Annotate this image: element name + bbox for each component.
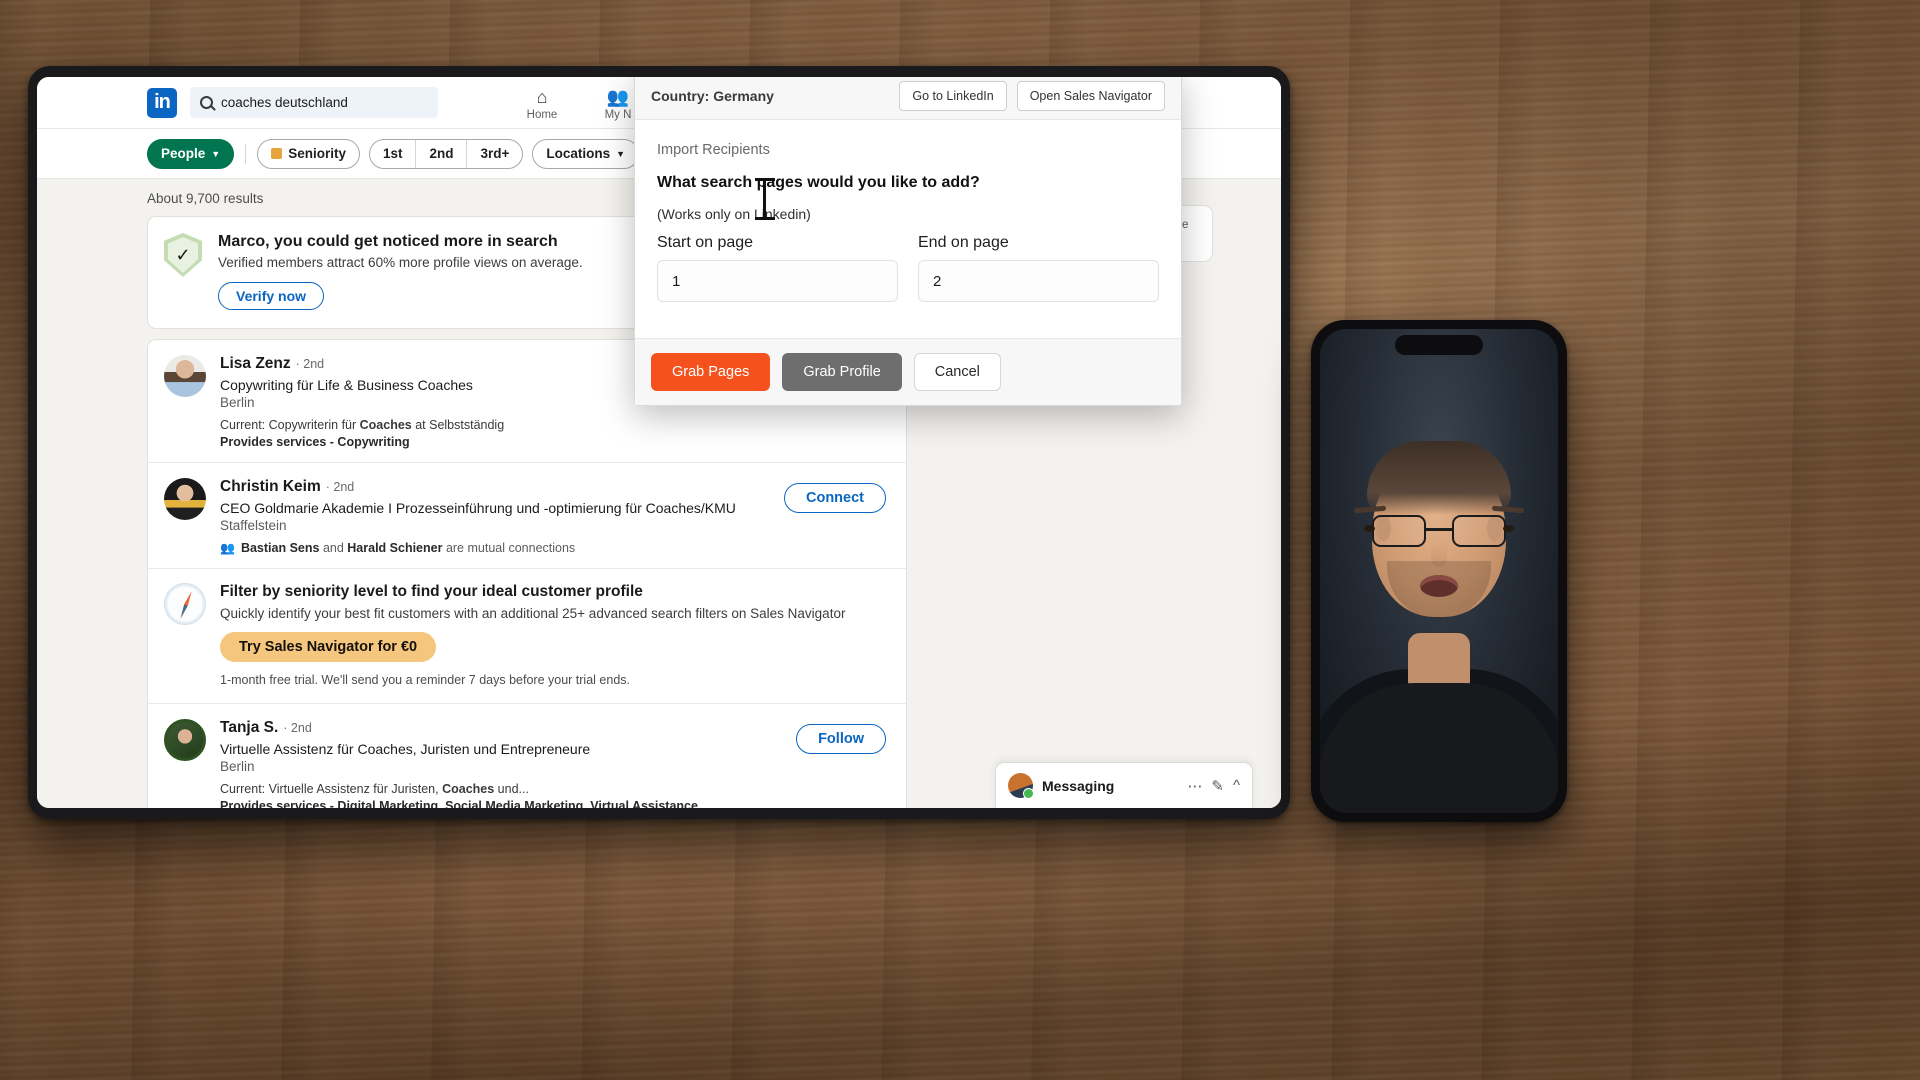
linkedin-search-page: in coaches deutschland ⌂ Home 👥 My N Peo… bbox=[37, 77, 1281, 808]
go-to-linkedin-button[interactable]: Go to LinkedIn bbox=[899, 80, 1007, 111]
verify-promo-subtitle: Verified members attract 60% more profil… bbox=[218, 255, 583, 270]
pencil-icon[interactable]: ✎ bbox=[1211, 777, 1224, 795]
premium-badge-icon bbox=[271, 148, 283, 159]
desk-background: in coaches deutschland ⌂ Home 👥 My N Peo… bbox=[0, 0, 1920, 1080]
result-location: Staffelstein bbox=[220, 518, 287, 533]
result-services: Provides services - Digital Marketing, S… bbox=[220, 799, 698, 808]
end-page-label: End on page bbox=[918, 234, 1009, 251]
connect-button[interactable]: Connect bbox=[784, 483, 886, 513]
nav-item-home[interactable]: ⌂ Home bbox=[504, 85, 580, 121]
result-degree: · 2nd bbox=[283, 721, 312, 735]
nav-item-home-label: Home bbox=[526, 108, 558, 121]
compass-icon bbox=[164, 583, 206, 625]
verify-now-button[interactable]: Verify now bbox=[218, 282, 325, 310]
search-input-value: coaches deutschland bbox=[221, 95, 348, 110]
start-page-input[interactable]: 1 bbox=[657, 260, 898, 302]
avatar[interactable] bbox=[164, 355, 206, 397]
start-page-field: Start on page 1 bbox=[657, 234, 898, 302]
sn-promo-title: Filter by seniority level to find your i… bbox=[220, 583, 643, 600]
start-page-label: Start on page bbox=[657, 234, 754, 251]
phone-screen bbox=[1320, 329, 1558, 813]
end-page-input[interactable]: 2 bbox=[918, 260, 1159, 302]
result-name: Tanja S. · 2nd bbox=[220, 719, 698, 737]
messaging-label: Messaging bbox=[1042, 777, 1115, 794]
presenter-video bbox=[1320, 329, 1558, 813]
chevron-down-icon: ▼ bbox=[211, 148, 221, 159]
avatar bbox=[1008, 773, 1034, 799]
tablet-screen: in coaches deutschland ⌂ Home 👥 My N Peo… bbox=[37, 77, 1281, 808]
result-headline: Virtuelle Assistenz für Coaches, Juriste… bbox=[220, 741, 591, 757]
chevron-down-icon: ▼ bbox=[616, 148, 626, 159]
result-current: Current: Copywriterin für Coaches at Sel… bbox=[220, 418, 505, 432]
home-icon: ⌂ bbox=[536, 86, 548, 107]
modal-question: What search pages would you like to add? bbox=[657, 174, 980, 191]
tablet-device: in coaches deutschland ⌂ Home 👥 My N Peo… bbox=[28, 66, 1290, 819]
filter-degree-2nd[interactable]: 2nd bbox=[416, 139, 468, 168]
filter-people[interactable]: People ▼ bbox=[147, 138, 235, 169]
modal-footer: Grab Pages Grab Profile Cancel bbox=[635, 338, 1181, 405]
sn-promo-subtitle: Quickly identify your best fit customers… bbox=[220, 606, 846, 621]
modal-header-buttons: Go to LinkedIn Open Sales Navigator bbox=[899, 80, 1165, 111]
result-degree: · 2nd bbox=[295, 357, 325, 371]
result-headline: CEO Goldmarie Akademie I Prozesseinführu… bbox=[220, 500, 736, 516]
cancel-button[interactable]: Cancel bbox=[913, 353, 1001, 391]
sn-promo-fine-print: 1-month free trial. We'll send you a rem… bbox=[220, 673, 630, 687]
phone-device bbox=[1311, 320, 1567, 822]
sales-navigator-promo: Filter by seniority level to find your i… bbox=[148, 568, 906, 703]
modal-kicker: Import Recipients bbox=[657, 142, 770, 158]
avatar[interactable] bbox=[164, 478, 206, 520]
filter-people-label: People bbox=[161, 146, 206, 161]
avatar[interactable] bbox=[164, 719, 206, 761]
result-name-text[interactable]: Christin Keim bbox=[220, 478, 321, 496]
filter-locations[interactable]: Locations ▼ bbox=[532, 138, 640, 169]
result-mutual: 👥 Bastian Sens and Harald Schiener are m… bbox=[220, 541, 576, 555]
import-recipients-modal: Country: Germany Go to LinkedIn Open Sal… bbox=[634, 77, 1182, 406]
modal-header: Country: Germany Go to LinkedIn Open Sal… bbox=[635, 77, 1181, 120]
ellipsis-icon[interactable]: ⋯ bbox=[1187, 777, 1202, 795]
result-degree: · 2nd bbox=[325, 480, 355, 494]
result-name: Christin Keim · 2nd bbox=[220, 478, 736, 496]
people-icon: 👥 bbox=[220, 541, 235, 555]
search-icon bbox=[200, 96, 213, 109]
modal-country-label: Country: Germany bbox=[651, 87, 774, 104]
end-page-field: End on page 2 bbox=[918, 234, 1159, 302]
phone-notch bbox=[1395, 335, 1483, 355]
result-location: Berlin bbox=[220, 395, 255, 410]
filter-degree-group: 1st 2nd 3rd+ bbox=[368, 138, 524, 169]
nav-item-network-label: My N bbox=[604, 108, 632, 121]
chevron-up-icon[interactable]: ^ bbox=[1233, 777, 1240, 794]
messaging-bar[interactable]: Messaging ⋯ ✎ ^ bbox=[995, 762, 1253, 808]
grab-profile-button[interactable]: Grab Profile bbox=[782, 353, 902, 391]
result-name: Lisa Zenz · 2nd bbox=[220, 355, 504, 373]
results-card: Lisa Zenz · 2nd Copywriting für Life & B… bbox=[147, 339, 907, 808]
try-sales-navigator-button[interactable]: Try Sales Navigator for €0 bbox=[220, 632, 437, 662]
linkedin-logo-icon[interactable]: in bbox=[147, 87, 177, 118]
filter-seniority-label: Seniority bbox=[288, 146, 346, 161]
filter-degree-1st[interactable]: 1st bbox=[370, 139, 417, 168]
result-services: Provides services - Copywriting bbox=[220, 435, 410, 449]
result-row-christin-keim[interactable]: Christin Keim · 2nd CEO Goldmarie Akadem… bbox=[148, 462, 906, 568]
filter-degree-3rd[interactable]: 3rd+ bbox=[467, 140, 522, 168]
grab-pages-button[interactable]: Grab Pages bbox=[651, 353, 771, 391]
follow-button[interactable]: Follow bbox=[796, 724, 886, 754]
modal-body: Import Recipients What search pages woul… bbox=[635, 120, 1181, 338]
result-row-tanja-s[interactable]: Tanja S. · 2nd Virtuelle Assistenz für C… bbox=[148, 703, 906, 808]
open-sales-navigator-button[interactable]: Open Sales Navigator bbox=[1016, 80, 1165, 111]
page-range-fields: Start on page 1 End on page 2 bbox=[657, 234, 1159, 302]
result-headline: Copywriting für Life & Business Coaches bbox=[220, 377, 473, 393]
shield-check-icon: ✓ bbox=[164, 233, 202, 277]
filter-seniority[interactable]: Seniority bbox=[257, 138, 360, 169]
result-current: Current: Virtuelle Assistenz für Juriste… bbox=[220, 782, 529, 796]
result-name-text[interactable]: Lisa Zenz bbox=[220, 355, 291, 373]
filter-locations-label: Locations bbox=[546, 146, 611, 161]
verify-promo-title: Marco, you could get noticed more in sea… bbox=[218, 233, 558, 250]
modal-note: (Works only on Linkedin) bbox=[657, 206, 811, 222]
result-location: Berlin bbox=[220, 759, 255, 774]
search-input[interactable]: coaches deutschland bbox=[190, 87, 438, 118]
filter-divider bbox=[245, 143, 247, 164]
result-name-text[interactable]: Tanja S. bbox=[220, 719, 278, 737]
